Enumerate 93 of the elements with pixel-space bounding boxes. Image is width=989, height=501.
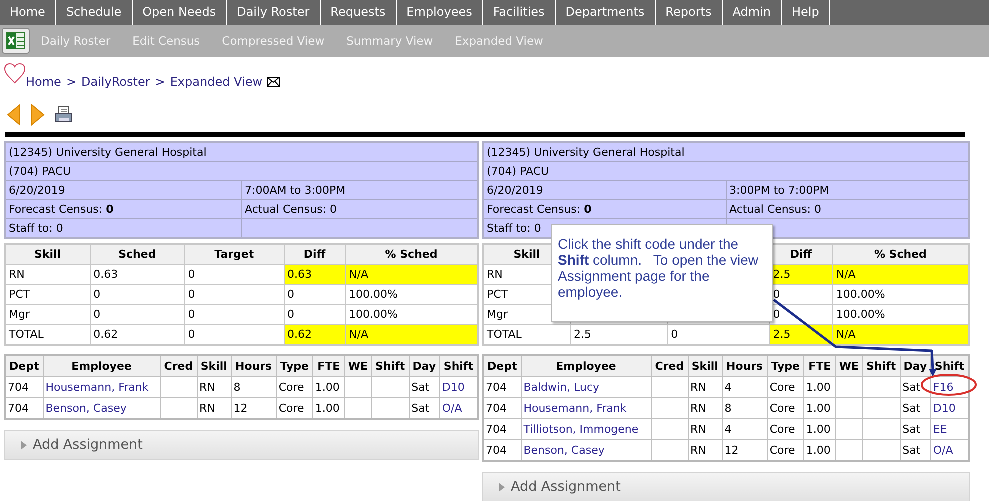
- breadcrumb-separator: >: [66, 75, 76, 89]
- table-cell: PCT: [5, 284, 90, 304]
- table-cell: 1.00: [804, 418, 836, 440]
- info-cell: Forecast Census: 0: [483, 200, 726, 218]
- envelope-icon[interactable]: [266, 76, 280, 86]
- table-cell: RN: [688, 398, 722, 418]
- column-header: Skill: [688, 355, 722, 376]
- column-header: Skill: [5, 244, 90, 264]
- table-cell: RN: [5, 264, 90, 284]
- table-cell: 8: [722, 398, 768, 418]
- info-cell: 6/20/2019: [5, 180, 242, 200]
- table-cell: RN: [688, 376, 722, 398]
- table-cell: 8: [231, 376, 276, 398]
- column-header: Hours: [722, 355, 768, 376]
- table-cell: Sat: [900, 376, 931, 398]
- add-assignment-bar[interactable]: Add Assignment: [4, 430, 479, 460]
- table-cell: RN: [688, 418, 722, 440]
- table-cell: 4: [722, 376, 768, 398]
- table-cell: Sat: [900, 398, 931, 418]
- table-cell: Core: [767, 376, 804, 398]
- column-header: WE: [344, 355, 372, 376]
- table-cell: Sat: [900, 440, 931, 461]
- column-header: Shift: [862, 355, 900, 376]
- table-cell: Sat: [409, 398, 440, 419]
- heart-icon: [4, 63, 26, 85]
- add-assignment-bar[interactable]: Add Assignment: [482, 472, 970, 501]
- table-cell: 0.63: [284, 264, 346, 284]
- table-cell: Mgr: [5, 304, 90, 324]
- table-cell: RN: [197, 376, 232, 398]
- column-header: Type: [276, 355, 313, 376]
- column-header: Dept: [483, 355, 522, 376]
- table-cell: 1.00: [804, 376, 836, 398]
- table-cell: 1.00: [804, 398, 836, 418]
- spreadsheet-icon: [6, 32, 26, 50]
- breadcrumb-link[interactable]: Expanded View: [170, 75, 263, 89]
- table-cell: Sat: [900, 418, 931, 440]
- expand-triangle-icon: [499, 482, 505, 492]
- column-header: % Sched: [346, 244, 478, 264]
- table-cell: Sat: [409, 376, 440, 398]
- table-cell: 0: [90, 284, 185, 304]
- table-cell: Core: [767, 398, 804, 418]
- column-header: Skill: [197, 355, 232, 376]
- column-header: Employee: [521, 355, 652, 376]
- table-cell: 1.00: [312, 376, 345, 398]
- column-header: Day: [409, 355, 440, 376]
- column-header: % Sched: [832, 244, 969, 264]
- table-cell: N/A: [832, 324, 969, 345]
- table-cell: 0: [184, 264, 284, 284]
- highlight-ellipse: [921, 374, 977, 396]
- column-header: WE: [836, 355, 863, 376]
- column-header: Cred: [160, 355, 198, 376]
- table-cell: 704: [483, 418, 522, 440]
- column-header: Hours: [231, 355, 276, 376]
- column-header: Dept: [5, 355, 44, 376]
- table-cell: Core: [276, 376, 313, 398]
- column-header: Shift: [440, 355, 478, 376]
- column-header: Day: [900, 355, 931, 376]
- next-arrow-icon[interactable]: [31, 104, 45, 126]
- column-header: Diff: [284, 244, 346, 264]
- column-header: Sched: [90, 244, 185, 264]
- column-header: FTE: [312, 355, 345, 376]
- print-icon[interactable]: [55, 106, 73, 124]
- table-cell: N/A: [346, 324, 478, 345]
- breadcrumb-link[interactable]: Home: [26, 75, 62, 89]
- previous-arrow-icon[interactable]: [7, 104, 21, 126]
- table-cell: 0: [284, 284, 346, 304]
- excel-button[interactable]: [2, 28, 30, 54]
- column-header: Cred: [651, 355, 688, 376]
- table-cell: 704: [5, 376, 44, 398]
- table-cell: 0.63: [90, 264, 185, 284]
- column-header: Target: [184, 244, 284, 264]
- table-cell: Core: [767, 418, 804, 440]
- column-header: Shift: [372, 355, 410, 376]
- table-cell: N/A: [346, 264, 478, 284]
- column-header: Employee: [43, 355, 160, 376]
- table-cell: 0: [184, 284, 284, 304]
- info-cell: Forecast Census: 0: [5, 200, 242, 218]
- callout-box: Click the shift code under the Shift column. To open the view Assignment page for the employee.: [551, 224, 773, 322]
- breadcrumb-link[interactable]: DailyRoster: [82, 75, 150, 89]
- column-header: FTE: [804, 355, 836, 376]
- column-header: Type: [767, 355, 804, 376]
- table-cell: 4: [722, 418, 768, 440]
- expand-triangle-icon: [21, 440, 27, 450]
- add-assignment-label: Add Assignment: [511, 479, 621, 495]
- table-cell: 704: [483, 376, 522, 398]
- table-cell: 0.62: [284, 324, 346, 345]
- table-cell: N/A: [832, 264, 969, 284]
- breadcrumb-separator: >: [155, 75, 166, 89]
- table-cell: 0: [90, 304, 185, 324]
- table-cell: 0: [184, 304, 284, 324]
- info-cell: 6/20/2019: [483, 180, 726, 200]
- table-cell: 704: [483, 398, 522, 418]
- add-assignment-label: Add Assignment: [33, 437, 143, 453]
